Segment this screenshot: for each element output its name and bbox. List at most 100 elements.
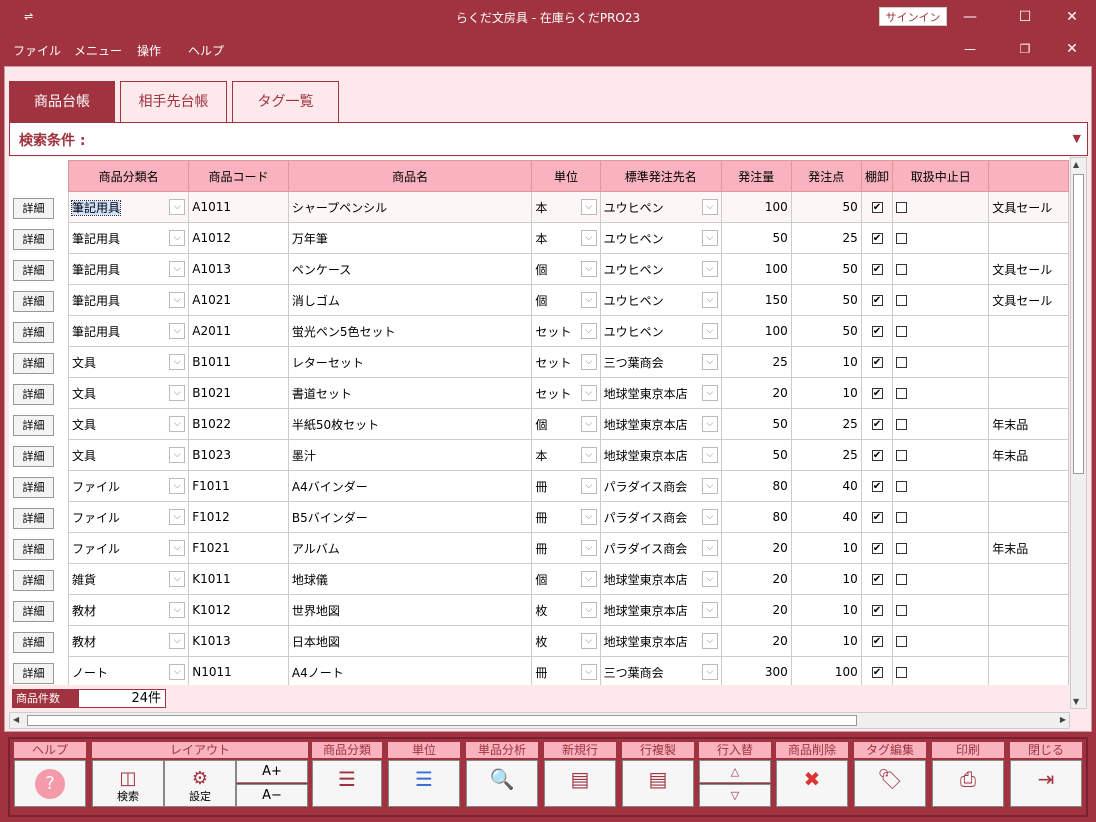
category-cell[interactable]: 雑貨 ⌵ xyxy=(67,563,190,595)
name-cell[interactable]: 万年筆 xyxy=(287,222,533,254)
table-row[interactable]: 教材 ⌵ K1013 日本地図枚 ⌵ 地球堂東京本店 ⌵ 20 10 ✔ xyxy=(67,625,1069,657)
order-qty-cell[interactable]: 300 xyxy=(720,656,792,685)
supplier-cell[interactable]: ユウヒペン ⌵ xyxy=(599,191,722,223)
code-cell[interactable]: K1012 xyxy=(188,594,289,626)
supplier-cell[interactable]: 三つ葉商会 ⌵ xyxy=(599,656,722,685)
chevron-down-icon[interactable]: ⌵ xyxy=(701,602,718,618)
checkbox-checked[interactable]: ✔ xyxy=(871,295,883,306)
chevron-down-icon[interactable]: ⌵ xyxy=(580,230,597,246)
table-row[interactable]: ファイル ⌵ F1011 A4バインダー冊 ⌵ パラダイス商会 ⌵ 80 40 ✔ xyxy=(67,470,1069,502)
code-cell[interactable]: A1021 xyxy=(188,284,289,316)
supplier-cell[interactable]: ユウヒペン ⌵ xyxy=(599,315,722,347)
category-cell[interactable]: 教材 ⌵ xyxy=(67,594,190,626)
table-row[interactable]: 文具 ⌵ B1011 レターセット セット ⌵ 三つ葉商会 ⌵ 25 10 ✔ xyxy=(67,346,1069,378)
inventory-check-cell[interactable]: ✔ xyxy=(860,222,894,254)
checkbox-checked[interactable]: ✔ xyxy=(871,202,883,213)
code-cell[interactable]: A1011 xyxy=(188,191,289,223)
vertical-scroll-thumb[interactable] xyxy=(1073,174,1084,474)
checkbox-unchecked[interactable] xyxy=(896,202,908,213)
scroll-right-icon[interactable]: ▶ xyxy=(1060,715,1066,724)
help-button[interactable]: ? xyxy=(14,760,86,807)
column-header[interactable]: 標準発注先名 xyxy=(599,160,722,192)
reorder-point-cell[interactable]: 10 xyxy=(790,563,862,595)
table-row[interactable]: 筆記用具 ⌵ A1011 シャープペンシル本 ⌵ ユウヒペン ⌵ 100 50 ✔ 文具セール xyxy=(67,191,1069,223)
detail-button[interactable]: 詳細 xyxy=(13,508,54,529)
discontinued-date-cell[interactable] xyxy=(892,625,990,657)
order-qty-cell[interactable]: 100 xyxy=(720,253,792,285)
chevron-down-icon[interactable]: ⌵ xyxy=(580,602,597,618)
signin-button[interactable]: サインイン xyxy=(879,7,947,26)
unit-cell[interactable]: 冊 ⌵ xyxy=(531,656,601,685)
name-cell[interactable]: A4ノート xyxy=(287,656,533,685)
checkbox-checked[interactable]: ✔ xyxy=(871,450,883,461)
chevron-down-icon[interactable]: ⌵ xyxy=(701,447,718,463)
chevron-down-icon[interactable]: ⌵ xyxy=(169,416,186,432)
checkbox-checked[interactable]: ✔ xyxy=(871,233,883,244)
supplier-cell[interactable]: 地球堂東京本店 ⌵ xyxy=(599,625,722,657)
inventory-check-cell[interactable]: ✔ xyxy=(860,656,894,685)
unit-cell[interactable]: 冊 ⌵ xyxy=(531,532,601,564)
inventory-check-cell[interactable]: ✔ xyxy=(860,470,894,502)
chevron-down-icon[interactable]: ⌵ xyxy=(701,416,718,432)
checkbox-unchecked[interactable] xyxy=(896,419,908,430)
tag-cell[interactable] xyxy=(988,346,1069,378)
close-button[interactable]: ⇥ xyxy=(1010,760,1082,807)
chevron-down-icon[interactable]: ⌵ xyxy=(701,199,718,215)
move-row-down-button[interactable]: ▽ xyxy=(699,784,771,807)
name-cell[interactable]: 世界地図 xyxy=(287,594,533,626)
detail-button[interactable]: 詳細 xyxy=(13,663,54,684)
unit-cell[interactable]: 本 ⌵ xyxy=(531,222,601,254)
checkbox-checked[interactable]: ✔ xyxy=(871,574,883,585)
supplier-cell[interactable]: パラダイス商会 ⌵ xyxy=(599,501,722,533)
name-cell[interactable]: A4バインダー xyxy=(287,470,533,502)
table-row[interactable]: 文具 ⌵ B1022 半紙50枚セット個 ⌵ 地球堂東京本店 ⌵ 50 25 ✔ 年末品 xyxy=(67,408,1069,440)
horizontal-scroll-thumb[interactable] xyxy=(27,715,857,726)
horizontal-scrollbar[interactable]: ◀ ▶ xyxy=(9,712,1070,729)
inventory-check-cell[interactable]: ✔ xyxy=(860,346,894,378)
reorder-point-cell[interactable]: 100 xyxy=(790,656,862,685)
checkbox-unchecked[interactable] xyxy=(896,543,908,554)
table-row[interactable]: ファイル ⌵ F1021 アルバム冊 ⌵ パラダイス商会 ⌵ 20 10 ✔ 年末品 xyxy=(67,532,1069,564)
table-row[interactable]: 教材 ⌵ K1012 世界地図枚 ⌵ 地球堂東京本店 ⌵ 20 10 ✔ xyxy=(67,594,1069,626)
table-row[interactable]: 筆記用具 ⌵ A1012 万年筆本 ⌵ ユウヒペン ⌵ 50 25 ✔ xyxy=(67,222,1069,254)
order-qty-cell[interactable]: 80 xyxy=(720,470,792,502)
discontinued-date-cell[interactable] xyxy=(892,346,990,378)
menu-menu[interactable]: メニュー xyxy=(74,42,122,59)
name-cell[interactable]: アルバム xyxy=(287,532,533,564)
expand-arrow-icon[interactable]: ▼ xyxy=(1073,132,1081,145)
category-cell[interactable]: 文具 ⌵ xyxy=(67,439,190,471)
inventory-check-cell[interactable]: ✔ xyxy=(860,253,894,285)
checkbox-checked[interactable]: ✔ xyxy=(871,667,883,678)
checkbox-checked[interactable]: ✔ xyxy=(871,481,883,492)
print-button[interactable]: ⎙ xyxy=(932,760,1004,807)
search-conditions-bar[interactable]: 検索条件 : ▼ xyxy=(9,122,1088,156)
code-cell[interactable]: K1013 xyxy=(188,625,289,657)
checkbox-unchecked[interactable] xyxy=(896,512,908,523)
category-cell[interactable]: 筆記用具 ⌵ xyxy=(67,315,190,347)
chevron-down-icon[interactable]: ⌵ xyxy=(701,354,718,370)
column-header[interactable]: 単位 xyxy=(531,160,601,192)
discontinued-date-cell[interactable] xyxy=(892,191,990,223)
discontinued-date-cell[interactable] xyxy=(892,439,990,471)
chevron-down-icon[interactable]: ⌵ xyxy=(169,478,186,494)
order-qty-cell[interactable]: 25 xyxy=(720,346,792,378)
tag-cell[interactable] xyxy=(988,315,1069,347)
category-cell[interactable]: ファイル ⌵ xyxy=(67,501,190,533)
inventory-check-cell[interactable]: ✔ xyxy=(860,532,894,564)
name-cell[interactable]: 蛍光ペン5色セット xyxy=(287,315,533,347)
column-header[interactable]: 商品コード xyxy=(188,160,289,192)
checkbox-checked[interactable]: ✔ xyxy=(871,326,883,337)
chevron-down-icon[interactable]: ⌵ xyxy=(701,230,718,246)
move-row-up-button[interactable]: △ xyxy=(699,760,771,783)
checkbox-checked[interactable]: ✔ xyxy=(871,264,883,275)
inventory-check-cell[interactable]: ✔ xyxy=(860,315,894,347)
order-qty-cell[interactable]: 50 xyxy=(720,408,792,440)
code-cell[interactable]: B1023 xyxy=(188,439,289,471)
checkbox-checked[interactable]: ✔ xyxy=(871,357,883,368)
chevron-down-icon[interactable]: ⌵ xyxy=(701,323,718,339)
tag-cell[interactable] xyxy=(988,625,1069,657)
order-qty-cell[interactable]: 100 xyxy=(720,191,792,223)
tag-cell[interactable]: 文具セール xyxy=(988,191,1069,223)
order-qty-cell[interactable]: 20 xyxy=(720,377,792,409)
inventory-check-cell[interactable]: ✔ xyxy=(860,439,894,471)
